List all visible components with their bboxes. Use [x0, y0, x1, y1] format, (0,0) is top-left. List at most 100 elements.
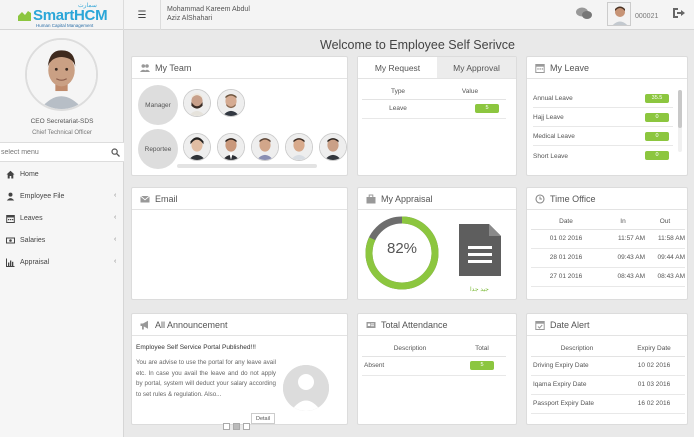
alert-date: 16 02 2016 [623, 394, 685, 414]
calendar-icon [535, 63, 545, 73]
sidebar-item-label: Leaves [20, 214, 43, 222]
leave-row: Annual Leave 35.5 [533, 90, 673, 108]
sidebar-item-salaries[interactable]: Salaries ‹ [0, 229, 124, 251]
leave-scrollbar[interactable] [678, 90, 682, 152]
alert-description: Driving Expiry Date [531, 356, 623, 376]
my-appraisal-panel: My Appraisal 82% جيد جدا [357, 187, 517, 300]
requests-tabs: My Request My Approval [358, 57, 516, 79]
email-panel: Email [131, 187, 348, 300]
time-date: 01 02 2016 [531, 229, 601, 249]
tab-my-request[interactable]: My Request [358, 57, 437, 78]
reportee-photo-2[interactable] [217, 133, 245, 161]
column-header: Description [362, 341, 458, 357]
chevron-left-icon: ‹ [114, 236, 117, 243]
leave-row: Medical Leave 0 [533, 128, 673, 146]
main-content: Welcome to Employee Self Serivce My Team… [125, 30, 694, 437]
profile-role: Chief Technical Officer [32, 130, 92, 136]
table-row[interactable]: Absent 5 [362, 356, 506, 376]
calendar-check-icon [535, 320, 545, 330]
manager-photo-1[interactable] [183, 89, 211, 117]
user-avatar[interactable] [607, 2, 631, 26]
reportee-photo-1[interactable] [183, 133, 211, 161]
date-alert-table: Description Expiry Date Driving Expiry D… [531, 341, 685, 414]
table-row: Driving Expiry Date 10 02 2016 [531, 356, 685, 376]
clock-icon [535, 193, 545, 204]
team-scrollbar[interactable] [177, 164, 317, 168]
employee-id: 000021 [635, 13, 659, 20]
my-leave-panel: My Leave Annual Leave 35.5 Hajj Leave 0 … [526, 56, 688, 176]
attendance-total-badge: 5 [470, 361, 494, 370]
alert-date: 01 03 2016 [623, 375, 685, 395]
profile-photo [25, 38, 98, 111]
sidebar-item-label: Salaries [20, 236, 46, 244]
envelope-icon [140, 195, 150, 202]
alert-date: 10 02 2016 [623, 356, 685, 376]
time-out: 08:43 AM [645, 267, 685, 287]
time-out: 11:58 AM [645, 229, 685, 249]
search-icon[interactable] [111, 148, 120, 157]
leave-label: Medical Leave [533, 133, 575, 140]
alert-description: Passport Expiry Date [531, 394, 623, 414]
sidebar: CEO Secretariat-SDS Chief Technical Offi… [0, 30, 124, 437]
my-leave-title: My Leave [550, 62, 590, 73]
time-date: 27 01 2016 [531, 267, 601, 287]
sidebar-item-home[interactable]: Home [0, 163, 124, 185]
reportee-photo-5[interactable] [319, 133, 347, 161]
sidebar-item-label: Home [20, 170, 39, 178]
sidebar-item-leaves[interactable]: Leaves ‹ [0, 207, 124, 229]
carousel-dot-active[interactable] [233, 423, 240, 430]
menu-toggle-button[interactable]: ☰ [124, 0, 161, 30]
briefcase-icon [366, 194, 376, 203]
reportee-photo-4[interactable] [285, 133, 313, 161]
detail-button[interactable]: Detail [251, 413, 275, 424]
chevron-left-icon: ‹ [114, 192, 117, 199]
column-header: Description [531, 341, 623, 357]
leave-value-badge: 0 [645, 132, 669, 141]
leave-row: Hajj Leave 0 [533, 109, 673, 127]
manager-label: Manager [138, 85, 178, 125]
announcement-avatar [283, 365, 329, 411]
table-row: Passport Expiry Date 16 02 2016 [531, 394, 685, 414]
date-alert-header: Date Alert [527, 314, 687, 336]
sidebar-item-appraisal[interactable]: Appraisal ‹ [0, 251, 124, 273]
chat-icon[interactable] [576, 7, 592, 20]
reportee-photo-3[interactable] [251, 133, 279, 161]
logout-icon[interactable] [672, 7, 685, 19]
leave-scrollbar-thumb[interactable] [678, 90, 682, 128]
time-office-header: Time Office [527, 188, 687, 210]
leave-value-badge: 0 [645, 113, 669, 122]
carousel-dot[interactable] [223, 423, 230, 430]
tab-my-approval[interactable]: My Approval [437, 57, 516, 78]
page-title: Welcome to Employee Self Serivce [320, 38, 515, 52]
my-team-panel: My Team Manager Reportee [131, 56, 348, 176]
table-row: 01 02 2016 11:57 AM 11:58 AM [531, 229, 685, 249]
top-bar: سمارت SmartHCM Human Capital Management … [0, 0, 694, 30]
sidebar-item-employee-file[interactable]: Employee File ‹ [0, 185, 124, 207]
attendance-description: Absent [362, 356, 458, 376]
my-leave-header: My Leave [527, 57, 687, 79]
column-header: Date [531, 214, 601, 230]
home-icon [6, 170, 15, 178]
calendar-icon [6, 214, 15, 223]
document-icon[interactable] [459, 224, 501, 276]
user-name-line-2: Aziz AlShahari [167, 15, 213, 22]
menu-search-input[interactable] [1, 146, 101, 159]
column-header: Expiry Date [623, 341, 685, 357]
time-date: 28 01 2016 [531, 248, 601, 268]
table-row[interactable]: Leave 5 [362, 99, 506, 119]
app-logo[interactable]: سمارت SmartHCM Human Capital Management [0, 0, 124, 30]
total-attendance-panel: Total Attendance Description Total Absen… [357, 313, 517, 425]
request-type: Leave [362, 99, 434, 119]
menu-search [0, 142, 124, 162]
sidebar-item-label: Appraisal [20, 258, 50, 266]
id-card-icon [366, 321, 376, 328]
carousel-dot[interactable] [243, 423, 250, 430]
my-appraisal-title: My Appraisal [381, 193, 433, 204]
request-value-badge: 5 [475, 104, 499, 113]
attendance-table: Description Total Absent 5 [362, 341, 506, 376]
appraisal-grade: جيد جدا [470, 287, 489, 293]
manager-photo-2[interactable] [217, 89, 245, 117]
leave-label: Annual Leave [533, 95, 573, 102]
my-team-title: My Team [155, 62, 192, 73]
leave-row: Short Leave 0 [533, 147, 673, 165]
